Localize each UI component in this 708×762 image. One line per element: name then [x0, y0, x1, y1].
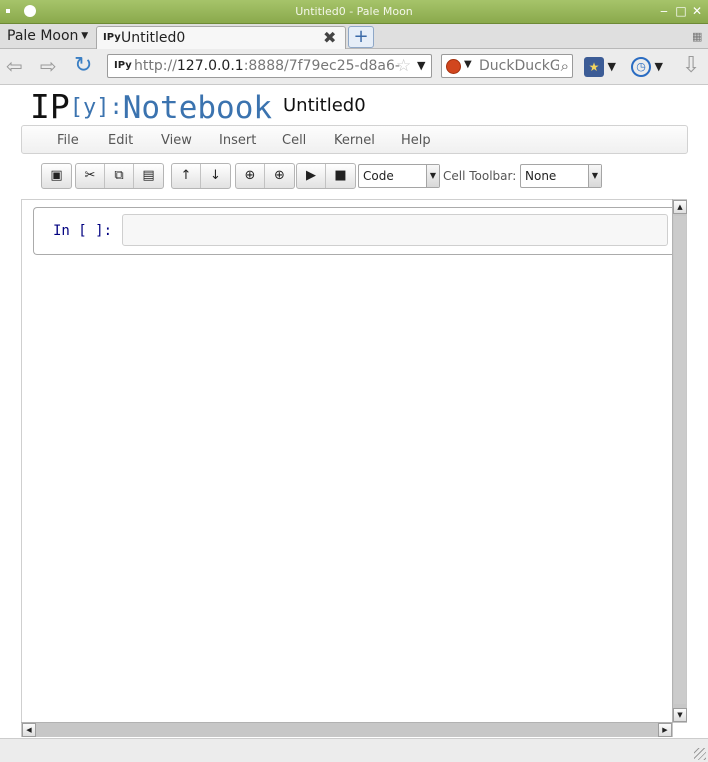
menu-insert[interactable]: Insert	[219, 133, 256, 148]
save-icon[interactable]: ▣	[42, 164, 71, 188]
search-bar[interactable]: ▼ DuckDuckGo ⌕	[441, 54, 573, 78]
close-window-button[interactable]: ✕	[690, 3, 704, 19]
move-group: ↑ ↓	[171, 163, 231, 189]
bookmark-star-icon[interactable]: ☆	[396, 56, 411, 76]
copy-icon[interactable]: ⧉	[105, 164, 134, 188]
notebook-menubar: File Edit View Insert Cell Kernel Help	[21, 125, 688, 154]
cell-type-select[interactable]: Code ▼	[358, 164, 440, 188]
insert-group: ⊕ ⊕	[235, 163, 295, 189]
save-group: ▣	[41, 163, 72, 189]
app-menu-label: Pale Moon	[7, 28, 79, 44]
status-bar	[0, 738, 708, 762]
forward-arrow-icon[interactable]: ⇨	[40, 55, 57, 77]
chevron-down-icon: ▼	[588, 165, 601, 187]
new-tab-button[interactable]: +	[348, 26, 374, 48]
cell-input-editor[interactable]	[122, 214, 668, 246]
paste-icon[interactable]: ▤	[134, 164, 163, 188]
history-clock-icon: ◷	[631, 57, 651, 77]
history-button[interactable]: ◷ ▼	[631, 55, 663, 79]
url-bar[interactable]: IPy http://127.0.0.1:8888/7f79ec25-d8a6-…	[107, 54, 432, 78]
logo-notebook-text: Notebook	[122, 90, 273, 126]
interrupt-kernel-icon[interactable]: ■	[326, 164, 355, 188]
search-engine-dropdown-icon[interactable]: ▼	[464, 59, 472, 70]
edit-group: ✂ ⧉ ▤	[75, 163, 164, 189]
url-dropdown-icon[interactable]: ▼	[417, 59, 425, 72]
search-icon[interactable]: ⌕	[558, 57, 569, 75]
resize-grip-icon[interactable]	[694, 748, 706, 760]
tab-label: Untitled0	[121, 30, 186, 46]
url-scheme: http://	[134, 58, 177, 74]
input-prompt: In [ ]:	[53, 223, 113, 239]
menu-file[interactable]: File	[57, 133, 79, 148]
horizontal-scrollbar[interactable]: ◀ ▶	[21, 722, 673, 737]
duckduckgo-engine-icon[interactable]	[446, 59, 461, 74]
tab-bar: Pale Moon ▼ IPy Untitled0 ✖ + ▦	[0, 24, 708, 49]
url-path: :8888/7f79ec25-d8a6-4bc	[243, 58, 400, 74]
back-arrow-icon[interactable]: ⇦	[6, 55, 23, 77]
insert-above-icon[interactable]: ⊕	[236, 164, 265, 188]
move-down-icon[interactable]: ↓	[201, 164, 230, 188]
navigation-bar: ⇦ ⇨ ↻ IPy http://127.0.0.1:8888/7f79ec25…	[0, 49, 708, 85]
app-menu-button[interactable]: Pale Moon ▼	[3, 26, 92, 46]
menu-edit[interactable]: Edit	[108, 133, 133, 148]
logo-bracket-text: [y]:	[69, 95, 123, 120]
url-host: 127.0.0.1	[176, 58, 244, 74]
scroll-left-icon[interactable]: ◀	[22, 723, 36, 737]
notebook-name[interactable]: Untitled0	[283, 95, 366, 116]
ipython-favicon-icon: IPy	[114, 60, 132, 71]
menu-kernel[interactable]: Kernel	[334, 133, 375, 148]
tab-list-icon[interactable]: ▦	[692, 30, 702, 43]
scroll-thumb[interactable]	[674, 216, 686, 704]
notebook-container: In [ ]:	[21, 199, 687, 723]
cell-toolbar-label: Cell Toolbar:	[443, 169, 517, 183]
run-cell-icon[interactable]: ▶	[297, 164, 326, 188]
ipython-header: IP[y]:Notebook Untitled0	[0, 85, 708, 127]
url-text[interactable]: http://127.0.0.1:8888/7f79ec25-d8a6-4bc	[134, 58, 400, 74]
browser-window: Untitled0 - Pale Moon ‒ □ ✕ Pale Moon ▼ …	[0, 0, 708, 762]
ipython-favicon-icon: IPy	[103, 32, 121, 43]
minimize-button[interactable]: ‒	[657, 3, 671, 19]
cut-icon[interactable]: ✂	[76, 164, 105, 188]
downloads-arrow-icon[interactable]: ⇩	[682, 55, 700, 77]
run-group: ▶ ■	[296, 163, 356, 189]
reload-icon[interactable]: ↻	[74, 55, 92, 77]
scroll-right-icon[interactable]: ▶	[658, 723, 672, 737]
bookmarks-icon: ★	[584, 57, 604, 77]
chevron-down-icon: ▼	[426, 165, 439, 187]
logo-ip-text: IP	[30, 87, 70, 126]
page-viewport: IP[y]:Notebook Untitled0 File Edit View …	[0, 85, 708, 738]
ipython-logo[interactable]: IP[y]:Notebook	[30, 88, 272, 127]
close-tab-icon[interactable]: ✖	[323, 28, 336, 47]
menu-help[interactable]: Help	[401, 133, 431, 148]
menu-view[interactable]: View	[161, 133, 192, 148]
cell-type-value: Code	[363, 169, 394, 183]
menu-cell[interactable]: Cell	[282, 133, 306, 148]
notebook-toolbar: ▣ ✂ ⧉ ▤ ↑ ↓ ⊕ ⊕ ▶ ■ Code ▼ Cell Toolbar:…	[21, 163, 688, 193]
scroll-down-icon[interactable]: ▼	[673, 708, 687, 722]
cell-toolbar-value: None	[525, 169, 557, 183]
move-up-icon[interactable]: ↑	[172, 164, 201, 188]
scroll-up-icon[interactable]: ▲	[673, 200, 687, 214]
window-title: Untitled0 - Pale Moon	[295, 5, 413, 18]
title-bar[interactable]: Untitled0 - Pale Moon ‒ □ ✕	[0, 0, 708, 24]
insert-below-icon[interactable]: ⊕	[265, 164, 294, 188]
dropdown-arrow-icon: ▼	[78, 31, 89, 41]
code-cell[interactable]: In [ ]:	[33, 207, 683, 255]
cell-toolbar-select[interactable]: None ▼	[520, 164, 602, 188]
tab-untitled0[interactable]: IPy Untitled0 ✖	[96, 26, 346, 49]
bookmarks-button[interactable]: ★ ▼	[584, 55, 616, 79]
search-input[interactable]: DuckDuckGo	[479, 58, 569, 74]
maximize-button[interactable]: □	[674, 3, 688, 19]
vertical-scrollbar[interactable]: ▲ ▼	[672, 199, 687, 723]
